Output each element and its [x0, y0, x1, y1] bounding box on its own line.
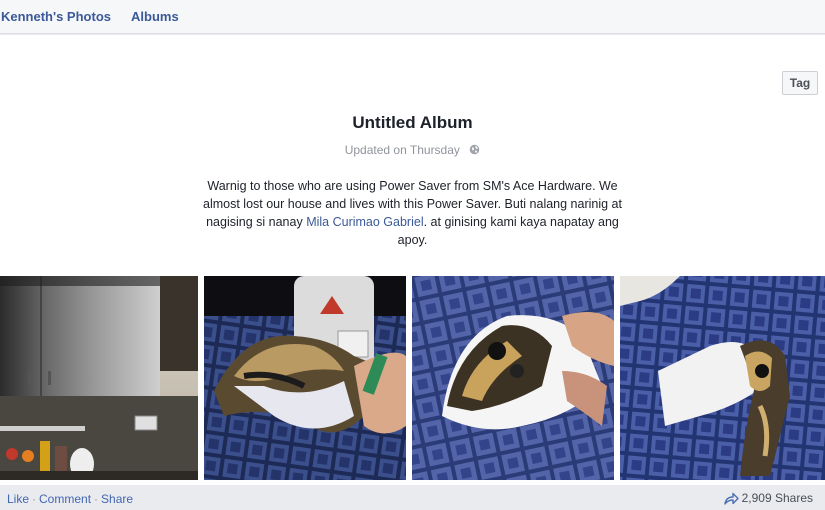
photo-burnt-device-closeup[interactable] — [620, 276, 825, 480]
album-updated: Updated on Thursday — [0, 143, 825, 157]
updated-text[interactable]: Updated on Thursday — [345, 143, 460, 157]
nav-albums-link[interactable]: Albums — [131, 9, 179, 24]
description-text-2: . at ginising kami kaya napatay ang apoy… — [397, 215, 619, 247]
tag-button[interactable]: Tag — [782, 71, 818, 95]
comment-link[interactable]: Comment — [39, 492, 91, 506]
album-description: Warnig to those who are using Power Save… — [200, 177, 625, 249]
share-arrow-icon — [723, 492, 739, 505]
mention-link[interactable]: Mila Curimao Gabriel — [306, 215, 423, 229]
album-footer: Like · Comment · Share 2,909 Shares — [0, 486, 825, 510]
top-nav: Kenneth's Photos Albums — [0, 0, 825, 34]
nav-owner-photos-link[interactable]: Kenneth's Photos — [1, 9, 111, 24]
photo-kitchen-cabinet[interactable] — [0, 276, 198, 480]
globe-icon[interactable] — [469, 144, 480, 155]
separator: · — [94, 492, 99, 506]
footer-actions: Like · Comment · Share — [7, 492, 133, 506]
album-title: Untitled Album — [352, 113, 473, 132]
share-link[interactable]: Share — [101, 492, 133, 506]
photo-burnt-power-saver-held[interactable] — [204, 276, 406, 480]
like-link[interactable]: Like — [7, 492, 29, 506]
photo-burnt-device-on-floor[interactable] — [412, 276, 614, 480]
shares-count-text: 2,909 Shares — [741, 491, 813, 505]
shares-count[interactable]: 2,909 Shares — [723, 491, 813, 505]
separator: · — [32, 492, 37, 506]
